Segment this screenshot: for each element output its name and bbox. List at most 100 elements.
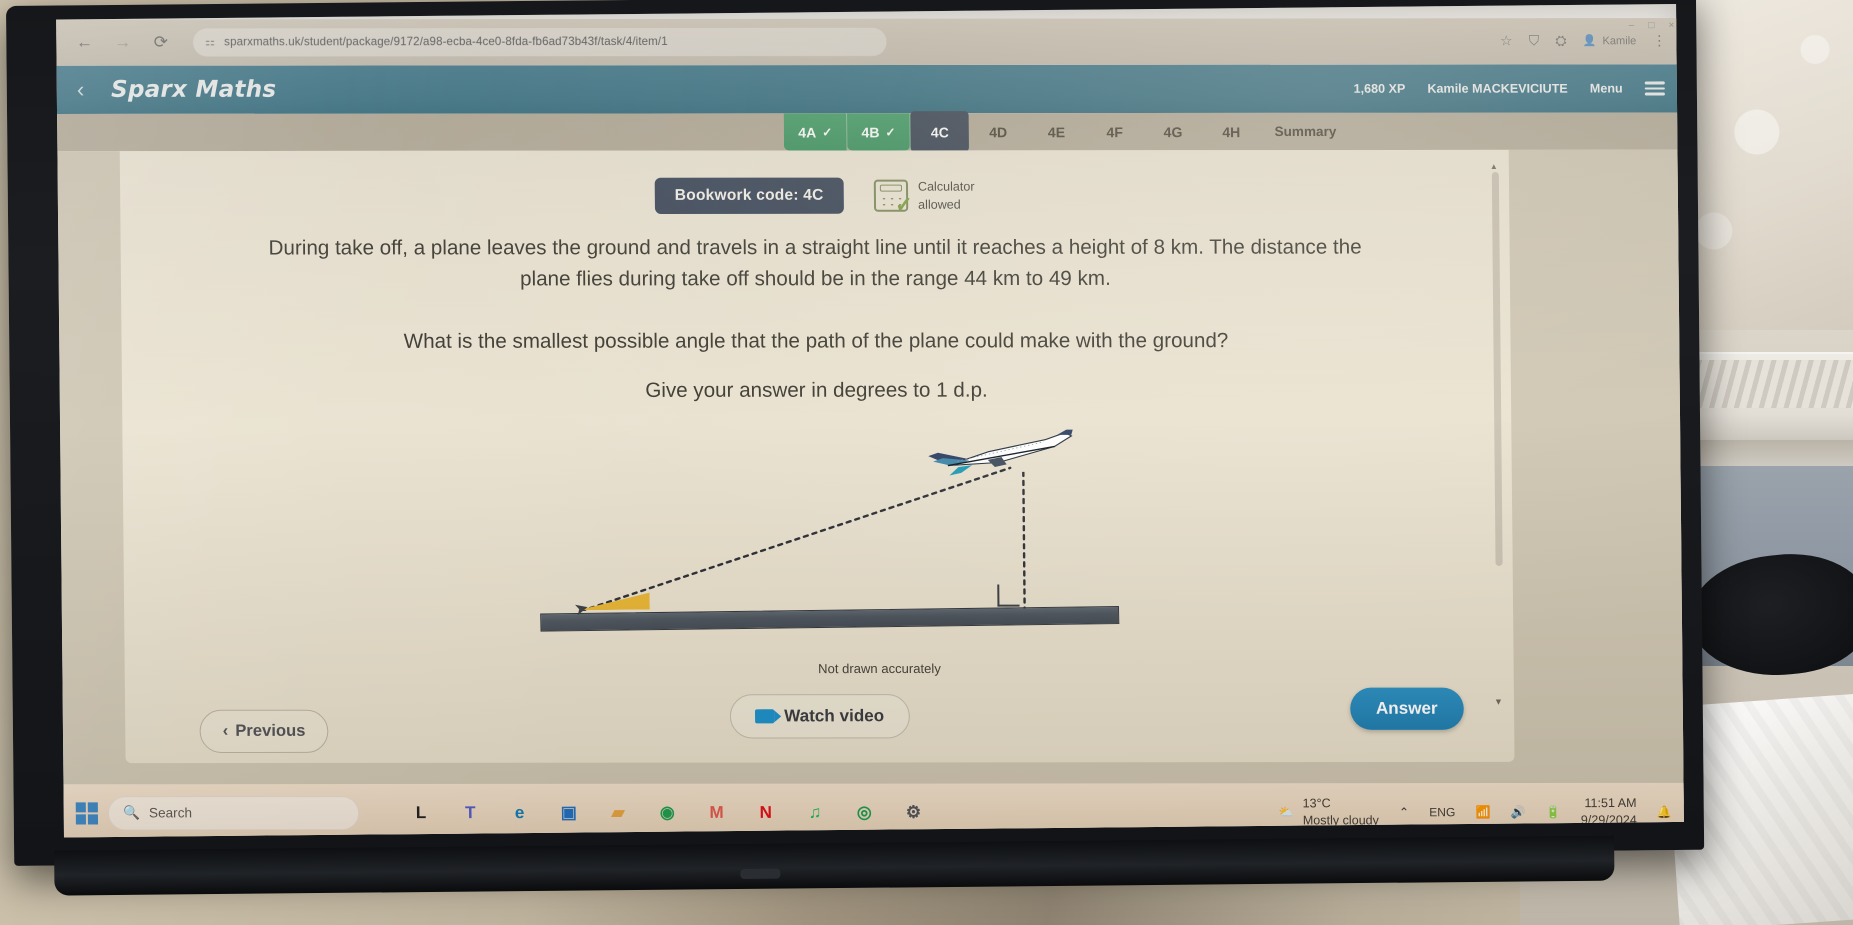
tab-4d[interactable]: 4D: [969, 113, 1028, 150]
previous-button[interactable]: ‹ Previous: [199, 709, 329, 754]
start-button-icon[interactable]: [75, 801, 99, 824]
battery-icon[interactable]: 🔋: [1546, 805, 1561, 819]
app-header-right: 1,680 XP Kamile MACKEVICIUTE Menu: [1354, 81, 1665, 96]
watch-video-label: Watch video: [784, 706, 885, 726]
file-explorer-icon[interactable]: ▰: [604, 799, 631, 826]
show-hidden-icons[interactable]: ⌃: [1399, 805, 1409, 819]
microsoft-teams-icon[interactable]: T: [457, 799, 484, 826]
netflix-icon[interactable]: N: [752, 799, 779, 826]
content-area: ▲ ▼ Bookwork code: 4C ✓ Calculator allow…: [57, 149, 1684, 806]
scroll-up-arrow[interactable]: ▲: [1490, 162, 1498, 171]
bell-icon[interactable]: 🔔: [1657, 804, 1672, 818]
temperature: 13°C: [1302, 795, 1331, 810]
laptop: ← → ⟳ ⚏ sparxmaths.uk/student/package/91…: [6, 0, 1705, 896]
question-paragraph-2: What is the smallest possible angle that…: [403, 328, 1229, 353]
laptop-screen: ← → ⟳ ⚏ sparxmaths.uk/student/package/91…: [56, 3, 1684, 838]
taskbar-app-icons: L Te ▣ ▰ ◉ M N ♫ ◎ ⚙: [407, 799, 927, 827]
calculator-allowed: ✓ Calculator allowed: [873, 178, 975, 217]
flight-path-line: [580, 466, 1012, 611]
tab-label: 4F: [1106, 123, 1124, 140]
browser-toolbar-right: ☆ ⛉ ⛭ 👤 Kamile ⋮: [1500, 32, 1671, 49]
address-bar-url: sparxmaths.uk/student/package/9172/a98-e…: [224, 35, 668, 49]
back-arrow-icon[interactable]: ←: [70, 28, 98, 56]
clock-time: 11:51 AM: [1584, 795, 1637, 810]
plane-icon: [928, 429, 1074, 476]
close-button[interactable]: ×: [1668, 20, 1674, 31]
taskbar-search[interactable]: 🔍 Search: [107, 795, 360, 830]
spotify-icon[interactable]: ♫: [801, 799, 828, 826]
tab-label: 4C: [930, 123, 949, 140]
calculator-screen: [879, 184, 902, 192]
search-placeholder: Search: [148, 805, 193, 821]
window-controls: – □ ×: [1629, 20, 1675, 31]
weather-widget[interactable]: ⛅ 13°C Mostly cloudy: [1278, 795, 1379, 829]
question-card: ▲ ▼ Bookwork code: 4C ✓ Calculator allow…: [119, 149, 1515, 764]
question-paragraph-3: Give your answer in degrees to 1 d.p.: [645, 378, 988, 402]
search-icon: 🔍: [122, 804, 141, 820]
cloud-sun-icon: ⛅: [1278, 804, 1294, 819]
hamburger-menu-icon[interactable]: [1644, 81, 1665, 96]
question-paragraph-1: During take off, a plane leaves the grou…: [268, 235, 1362, 291]
tab-4g[interactable]: 4G: [1144, 113, 1203, 150]
watch-video-button[interactable]: Watch video: [729, 694, 910, 739]
user-name: Kamile MACKEVICIUTE: [1427, 81, 1568, 96]
bookwork-code-badge[interactable]: Bookwork code: 4C: [654, 177, 844, 215]
question-diagram: Not drawn accurately ➤: [122, 429, 1513, 681]
calculator-icon: ✓: [873, 179, 913, 217]
app-title: Sparx Maths: [110, 76, 277, 103]
chevron-left-icon: ‹: [222, 721, 229, 740]
check-icon: ✓: [885, 124, 896, 139]
answer-button[interactable]: Answer: [1349, 687, 1464, 730]
task-tab-bar: 4A ✓ 4B ✓ 4C 4D 4E 4F 4G 4H Summary: [57, 111, 1684, 153]
previous-label: Previous: [235, 721, 306, 740]
wifi-icon[interactable]: 📶: [1475, 805, 1490, 819]
extensions-icon[interactable]: ⛭: [1555, 32, 1566, 49]
maximize-button[interactable]: □: [1648, 20, 1654, 31]
tab-label: 4D: [989, 123, 1008, 140]
tab-4f[interactable]: 4F: [1085, 113, 1144, 150]
libreoffice-icon[interactable]: L: [407, 799, 434, 826]
tab-label: Summary: [1274, 123, 1337, 140]
star-icon[interactable]: ☆: [1500, 32, 1513, 49]
tab-4c[interactable]: 4C: [910, 111, 970, 153]
action-bar: ‹ Previous Watch video Answer: [125, 687, 1515, 764]
profile-button[interactable]: 👤 Kamile: [1582, 34, 1637, 48]
app-back-button[interactable]: ‹: [77, 77, 111, 103]
tab-4h[interactable]: 4H: [1202, 113, 1261, 150]
browser-toolbar: ← → ⟳ ⚏ sparxmaths.uk/student/package/91…: [56, 18, 1684, 66]
calculator-allowed-text: Calculator allowed: [918, 178, 975, 214]
address-bar[interactable]: ⚏ sparxmaths.uk/student/package/9172/a98…: [192, 27, 887, 57]
tab-4b[interactable]: 4B ✓: [847, 113, 911, 151]
menu-label[interactable]: Menu: [1590, 81, 1623, 95]
forward-arrow-icon[interactable]: →: [108, 28, 136, 56]
tab-label: 4A: [798, 123, 817, 140]
speaker-icon[interactable]: 🔊: [1510, 805, 1525, 819]
check-icon: ✓: [822, 124, 833, 139]
site-settings-icon[interactable]: ⚏: [205, 35, 215, 48]
tab-4e[interactable]: 4E: [1027, 113, 1086, 150]
minimize-button[interactable]: –: [1629, 20, 1635, 31]
question-meta-row: Bookwork code: 4C ✓ Calculator allowed: [120, 150, 1510, 217]
video-icon: [754, 709, 775, 724]
microsoft-store-icon[interactable]: ▣: [555, 799, 582, 826]
profile-name: Kamile: [1602, 34, 1637, 47]
green-check-icon: ✓: [894, 193, 913, 217]
right-angle-marker: [997, 584, 1020, 607]
tab-summary[interactable]: Summary: [1260, 113, 1350, 150]
browser-menu-icon[interactable]: ⋮: [1652, 32, 1666, 49]
avatar: 👤: [1582, 35, 1597, 48]
microsoft-edge-icon[interactable]: e: [506, 799, 533, 826]
settings-gear-icon[interactable]: ⚙: [900, 799, 927, 826]
app-header: ‹ Sparx Maths 1,680 XP Kamile MACKEVICIU…: [56, 64, 1684, 114]
reload-icon[interactable]: ⟳: [147, 28, 175, 56]
firefox-icon[interactable]: M: [703, 799, 730, 826]
tab-label: 4E: [1047, 123, 1066, 140]
google-chrome-icon[interactable]: ◉: [654, 799, 681, 826]
calculator-line-2: allowed: [918, 197, 961, 212]
language-indicator[interactable]: ENG: [1429, 805, 1455, 819]
tab-label: 4B: [861, 123, 880, 140]
chrome-edit-icon[interactable]: ◎: [851, 799, 878, 826]
diagram-caption-text: Not drawn accurately: [818, 660, 941, 677]
tab-4a[interactable]: 4A ✓: [783, 113, 848, 151]
collections-icon[interactable]: ⛉: [1529, 32, 1540, 49]
